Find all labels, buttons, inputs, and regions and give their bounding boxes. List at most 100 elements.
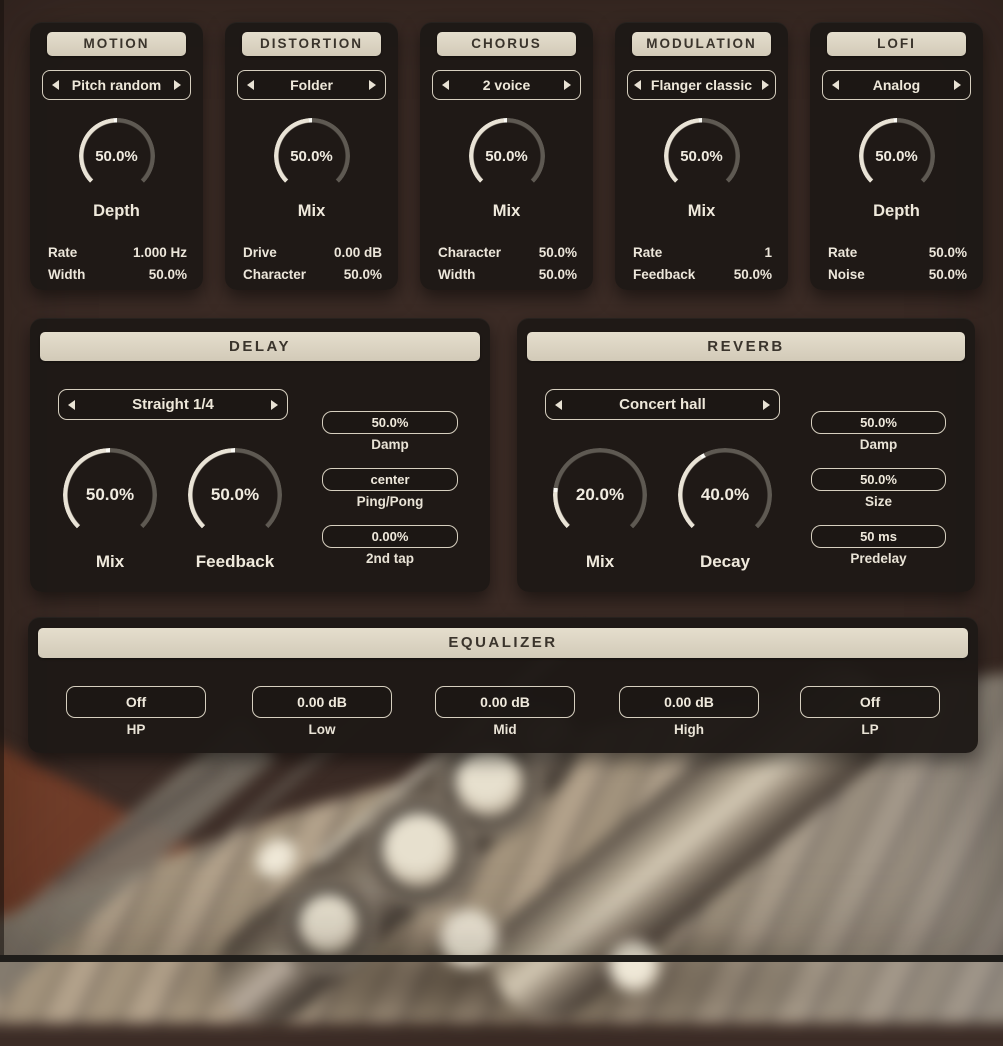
delay-damp-label: Damp [322,437,458,452]
eq-hp-value[interactable]: Off [66,686,206,718]
param-value[interactable]: 50.0% [149,264,187,286]
reverb-damp-label: Damp [811,437,946,452]
next-arrow-icon[interactable] [369,80,376,90]
eq-lp-value[interactable]: Off [800,686,940,718]
knob-value: 50.0% [469,118,545,194]
param-label: Width [48,264,85,286]
param-label: Character [243,264,306,286]
reverb-size-value[interactable]: 50.0% [811,468,946,491]
lofi-depth-knob[interactable]: 50.0% Depth [859,118,935,194]
param-value[interactable]: 50.0% [539,242,577,264]
param-value[interactable]: 50.0% [929,264,967,286]
motion-header-button[interactable]: MOTION [47,32,186,56]
knob-label: Mix [634,202,770,221]
prev-arrow-icon[interactable] [555,400,562,410]
reverb-predelay-field: 50 ms Predelay [811,525,946,566]
eq-low-value[interactable]: 0.00 dB [252,686,392,718]
modulation-mix-knob[interactable]: 50.0% Mix [664,118,740,194]
panel-chorus: CHORUS 2 voice 50.0% Mix Character 50.0%… [420,22,593,290]
next-arrow-icon[interactable] [763,400,770,410]
chorus-header-button[interactable]: CHORUS [437,32,576,56]
prev-arrow-icon[interactable] [442,80,449,90]
lofi-mode-label: Analog [873,77,920,93]
reverb-predelay-value[interactable]: 50 ms [811,525,946,548]
param-value[interactable]: 0.00 dB [334,242,382,264]
param-row: Noise 50.0% [828,264,967,286]
modulation-header-button[interactable]: MODULATION [632,32,771,56]
param-value[interactable]: 50.0% [734,264,772,286]
motion-params: Rate 1.000 Hz Width 50.0% [48,242,187,286]
reverb-damp-field: 50.0% Damp [811,411,946,452]
param-row: Width 50.0% [48,264,187,286]
distortion-params: Drive 0.00 dB Character 50.0% [243,242,382,286]
reverb-header-button[interactable]: REVERB [527,332,965,361]
param-row: Rate 50.0% [828,242,967,264]
knob-label: Feedback [158,552,312,572]
eq-mid-value[interactable]: 0.00 dB [435,686,575,718]
param-value[interactable]: 50.0% [539,264,577,286]
panel-motion: MOTION Pitch random 50.0% Depth Rate 1.0… [30,22,203,290]
lofi-header-button[interactable]: LOFI [827,32,966,56]
next-arrow-icon[interactable] [564,80,571,90]
next-arrow-icon[interactable] [762,80,769,90]
flute-key [372,803,467,898]
param-row: Feedback 50.0% [633,264,772,286]
prev-arrow-icon[interactable] [247,80,254,90]
modulation-mode-selector[interactable]: Flanger classic [627,70,776,100]
motion-mode-label: Pitch random [72,77,161,93]
left-edge-shade [0,0,4,962]
knob-label: Mix [244,202,380,221]
delay-pingpong-value[interactable]: center [322,468,458,491]
modulation-mode-label: Flanger classic [651,77,752,93]
delay-2ndtap-value[interactable]: 0.00% [322,525,458,548]
reverb-decay-knob[interactable]: 40.0% Decay [678,448,772,542]
reverb-mode-selector[interactable]: Concert hall [545,389,780,420]
eq-low-band: 0.00 dB Low [252,686,392,737]
distortion-mix-knob[interactable]: 50.0% Mix [274,118,350,194]
param-value[interactable]: 1.000 Hz [133,242,187,264]
panel-delay: DELAY Straight 1/4 50.0% Mix 50.0% Feedb… [30,318,490,592]
knob-value: 50.0% [79,118,155,194]
next-arrow-icon[interactable] [954,80,961,90]
prev-arrow-icon[interactable] [68,400,75,410]
lofi-mode-selector[interactable]: Analog [822,70,971,100]
equalizer-header-button[interactable]: EQUALIZER [38,628,968,658]
delay-header-button[interactable]: DELAY [40,332,480,361]
knob-label: Depth [49,202,185,221]
delay-2ndtap-field: 0.00% 2nd tap [322,525,458,566]
knob-value: 50.0% [664,118,740,194]
reverb-mode-label: Concert hall [619,396,706,413]
modulation-params: Rate 1 Feedback 50.0% [633,242,772,286]
distortion-mode-selector[interactable]: Folder [237,70,386,100]
panel-distortion: DISTORTION Folder 50.0% Mix Drive 0.00 d… [225,22,398,290]
knob-label: Decay [648,552,802,572]
prev-arrow-icon[interactable] [832,80,839,90]
delay-damp-field: 50.0% Damp [322,411,458,452]
next-arrow-icon[interactable] [174,80,181,90]
motion-depth-knob[interactable]: 50.0% Depth [79,118,155,194]
prev-arrow-icon[interactable] [634,80,641,90]
param-value[interactable]: 1 [764,242,772,264]
param-row: Width 50.0% [438,264,577,286]
knob-value: 40.0% [678,448,772,542]
chorus-mode-selector[interactable]: 2 voice [432,70,581,100]
delay-damp-value[interactable]: 50.0% [322,411,458,434]
distortion-header-button[interactable]: DISTORTION [242,32,381,56]
eq-high-value[interactable]: 0.00 dB [619,686,759,718]
chorus-mix-knob[interactable]: 50.0% Mix [469,118,545,194]
lofi-params: Rate 50.0% Noise 50.0% [828,242,967,286]
reverb-size-label: Size [811,494,946,509]
delay-mode-selector[interactable]: Straight 1/4 [58,389,288,420]
delay-mix-knob[interactable]: 50.0% Mix [63,448,157,542]
param-value[interactable]: 50.0% [344,264,382,286]
reverb-damp-value[interactable]: 50.0% [811,411,946,434]
reverb-mix-knob[interactable]: 20.0% Mix [553,448,647,542]
eq-hp-band: Off HP [66,686,206,737]
motion-mode-selector[interactable]: Pitch random [42,70,191,100]
delay-pingpong-field: center Ping/Pong [322,468,458,509]
prev-arrow-icon[interactable] [52,80,59,90]
delay-feedback-knob[interactable]: 50.0% Feedback [188,448,282,542]
next-arrow-icon[interactable] [271,400,278,410]
param-value[interactable]: 50.0% [929,242,967,264]
knob-label: Depth [829,202,965,221]
